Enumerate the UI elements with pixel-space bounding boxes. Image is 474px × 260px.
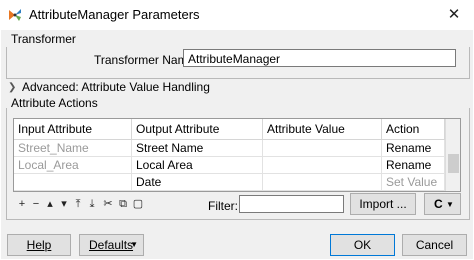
help-button-label: Help <box>26 238 52 252</box>
minus-icon[interactable]: − <box>30 197 42 211</box>
cell-attribute-value[interactable] <box>263 157 382 174</box>
chevron-down-icon: ▼ <box>130 240 138 249</box>
cell-attribute-value[interactable] <box>263 140 382 157</box>
cell-output-attribute[interactable]: Date <box>132 174 263 191</box>
paste-icon[interactable]: ▢ <box>132 197 144 211</box>
ok-button[interactable]: OK <box>330 234 395 256</box>
move-bottom-icon[interactable]: ⤓ <box>86 197 98 211</box>
defaults-dropdown-button[interactable]: Defaults ▼ <box>79 234 144 256</box>
defaults-button-label: Defaults <box>89 238 134 252</box>
transformer-name-input[interactable]: AttributeManager <box>183 49 456 67</box>
filter-label: Filter: <box>208 199 238 213</box>
chevron-right-icon: ❯ <box>8 81 17 93</box>
cancel-button[interactable]: Cancel <box>402 234 467 256</box>
import-button[interactable]: Import ... <box>350 193 416 215</box>
cell-action[interactable]: Rename <box>382 157 445 174</box>
attribute-table: Input Attribute Output Attribute Attribu… <box>13 118 461 192</box>
cell-input-attribute[interactable]: Local_Area <box>14 157 132 174</box>
move-top-icon[interactable]: ⤒ <box>72 197 84 211</box>
cell-input-attribute[interactable]: Street_Name <box>14 140 132 157</box>
cell-output-attribute[interactable]: Local Area <box>132 157 263 174</box>
title-bar: AttributeManager Parameters ✕ <box>0 0 474 30</box>
cell-attribute-value[interactable] <box>263 174 382 191</box>
transformer-section-label: Transformer <box>11 32 76 46</box>
chevron-down-icon: ▼ <box>446 199 454 209</box>
move-up-icon[interactable]: ▴ <box>44 197 56 211</box>
window-title: AttributeManager Parameters <box>29 7 200 22</box>
cell-output-attribute[interactable]: Street Name <box>132 140 263 157</box>
fme-transformer-icon <box>9 9 21 21</box>
help-button[interactable]: Help <box>7 234 71 256</box>
table-scrollbar[interactable] <box>445 119 460 191</box>
refresh-icon: C <box>434 197 443 211</box>
column-header-input[interactable]: Input Attribute <box>14 119 132 140</box>
column-header-action[interactable]: Action <box>382 119 445 140</box>
plus-icon[interactable]: + <box>16 197 28 211</box>
cell-action[interactable]: Rename <box>382 140 445 157</box>
move-down-icon[interactable]: ▾ <box>58 197 70 211</box>
cell-input-attribute[interactable] <box>14 174 132 191</box>
advanced-label: Advanced: Attribute Value Handling <box>22 80 210 94</box>
cut-icon[interactable]: ✂ <box>102 197 114 211</box>
column-header-output[interactable]: Output Attribute <box>132 119 263 140</box>
cell-action[interactable]: Set Value <box>382 174 445 191</box>
column-header-value[interactable]: Attribute Value <box>263 119 382 140</box>
copy-icon[interactable]: ⧉ <box>117 197 129 211</box>
advanced-expander[interactable]: ❯ Advanced: Attribute Value Handling <box>8 80 210 94</box>
close-icon[interactable]: ✕ <box>442 4 466 26</box>
scrollbar-thumb[interactable] <box>448 154 459 173</box>
refresh-dropdown-button[interactable]: C ▼ <box>424 193 461 215</box>
filter-input[interactable] <box>239 195 344 213</box>
